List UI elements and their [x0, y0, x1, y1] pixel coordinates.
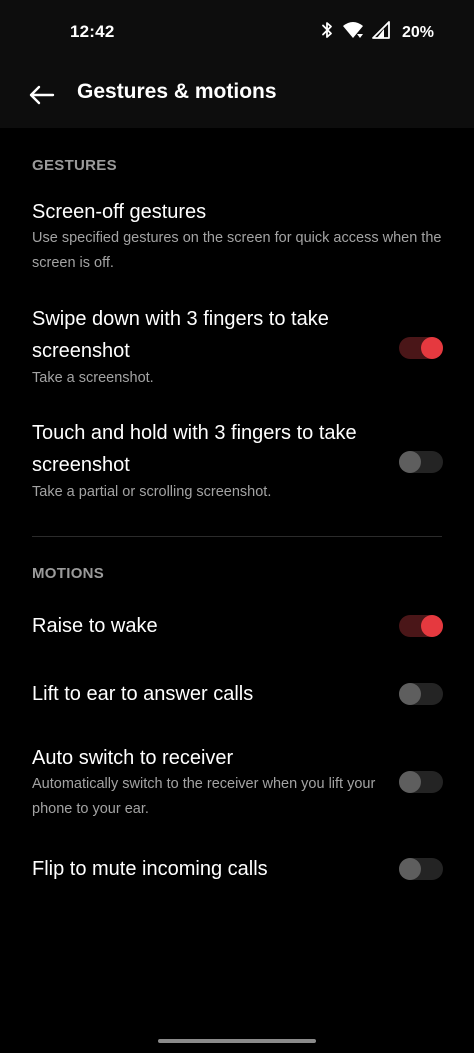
toggle-thumb: [399, 771, 421, 793]
setting-partial-screenshot[interactable]: Touch and hold with 3 fingers to take sc…: [0, 417, 474, 509]
setting-subtitle: Take a partial or scrolling screenshot.: [32, 484, 272, 500]
app-bar: Gestures & motions: [0, 62, 474, 128]
setting-subtitle: Automatically switch to the receiver whe…: [32, 776, 376, 817]
section-header-gestures: GESTURES: [32, 157, 117, 174]
toggle-switch-on[interactable]: [399, 615, 443, 637]
setting-three-finger-screenshot[interactable]: Swipe down with 3 fingers to take screen…: [0, 303, 474, 395]
setting-flip-to-mute[interactable]: Flip to mute incoming calls: [0, 853, 474, 889]
status-bar: 12:42 20%: [0, 0, 474, 62]
settings-list: GESTURES Screen-off gestures Use specifi…: [0, 128, 474, 1053]
bluetooth-icon: [320, 21, 334, 44]
setting-title: Auto switch to receiver: [32, 747, 234, 769]
signal-icon: [372, 21, 390, 44]
setting-title: Swipe down with 3 fingers to take screen…: [32, 308, 329, 362]
setting-raise-to-wake[interactable]: Raise to wake: [0, 610, 474, 646]
toggle-switch-off[interactable]: [399, 858, 443, 880]
toggle-thumb: [399, 858, 421, 880]
section-header-motions: MOTIONS: [32, 565, 105, 582]
setting-title: Lift to ear to answer calls: [32, 683, 254, 705]
setting-screen-off-gestures[interactable]: Screen-off gestures Use specified gestur…: [0, 196, 474, 280]
toggle-thumb: [421, 337, 443, 359]
battery-percentage: 20%: [401, 23, 434, 41]
setting-title: Flip to mute incoming calls: [32, 858, 268, 880]
setting-subtitle: Use specified gestures on the screen for…: [32, 230, 442, 271]
setting-auto-switch-receiver[interactable]: Auto switch to receiver Automatically sw…: [0, 742, 474, 824]
toggle-switch-off[interactable]: [399, 771, 443, 793]
home-indicator[interactable]: [158, 1039, 316, 1043]
toggle-thumb: [399, 451, 421, 473]
toggle-thumb: [421, 615, 443, 637]
arrow-left-icon[interactable]: [26, 79, 58, 111]
toggle-thumb: [399, 683, 421, 705]
toggle-switch-off[interactable]: [399, 451, 443, 473]
status-time: 12:42: [70, 22, 115, 41]
setting-title: Touch and hold with 3 fingers to take sc…: [32, 422, 357, 476]
toggle-switch-on[interactable]: [399, 337, 443, 359]
page-title: Gestures & motions: [77, 80, 277, 103]
setting-title: Raise to wake: [32, 615, 158, 637]
status-icons: 20%: [320, 21, 434, 44]
toggle-switch-off[interactable]: [399, 683, 443, 705]
wifi-icon: [342, 21, 364, 44]
setting-subtitle: Take a screenshot.: [32, 370, 154, 386]
section-divider: [32, 536, 442, 537]
setting-title: Screen-off gestures: [32, 201, 207, 223]
setting-lift-to-ear[interactable]: Lift to ear to answer calls: [0, 678, 474, 714]
